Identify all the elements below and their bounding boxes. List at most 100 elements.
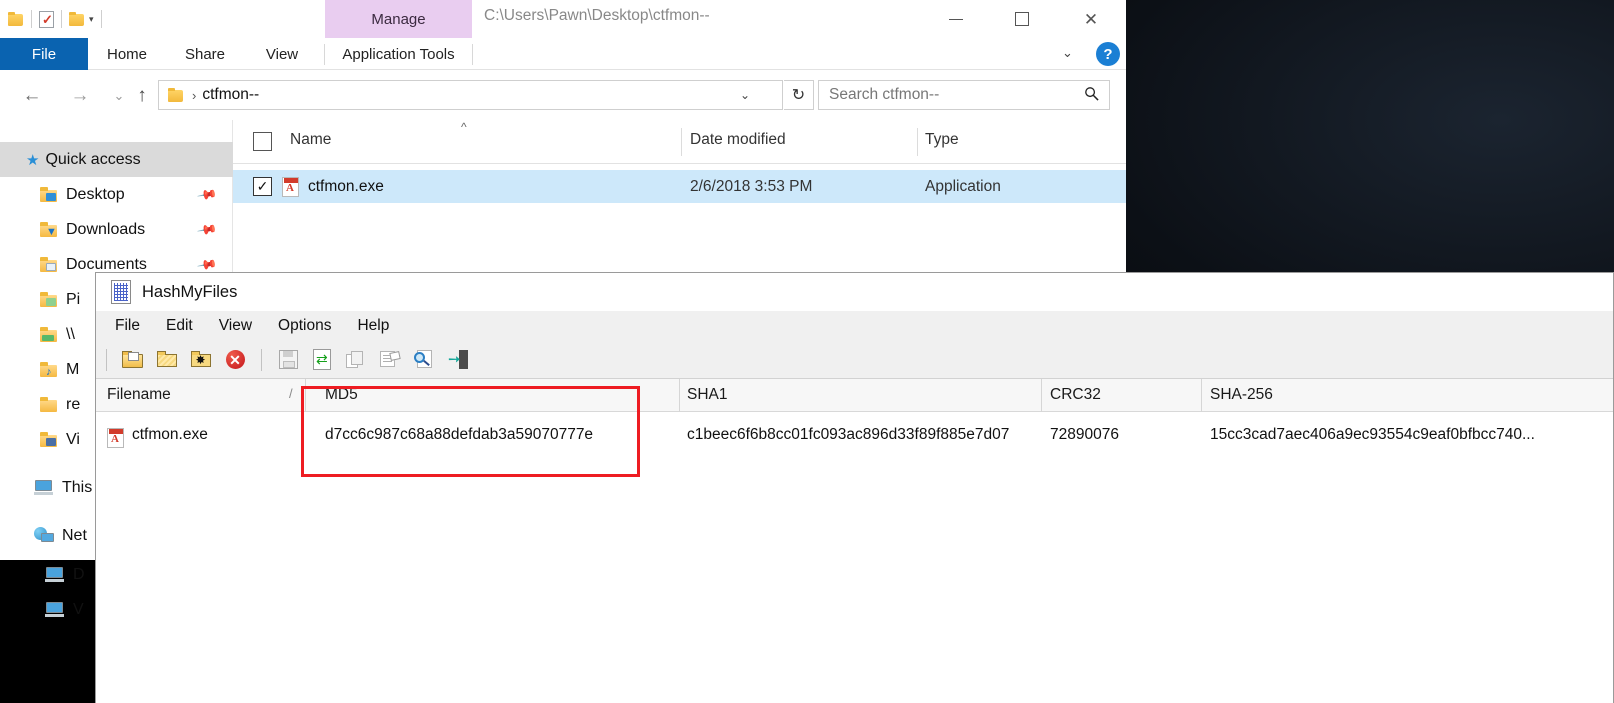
save-icon[interactable]: [271, 345, 305, 375]
add-files-icon[interactable]: [116, 345, 150, 375]
clear-all-icon[interactable]: ✕: [218, 345, 252, 375]
menu-item-edit[interactable]: Edit: [153, 317, 206, 335]
documents-folder-icon: [40, 257, 58, 272]
tab-view[interactable]: View: [244, 38, 320, 70]
back-button[interactable]: ←: [18, 82, 46, 110]
divider[interactable]: [917, 128, 918, 156]
divider: [31, 10, 32, 28]
screen: ✓ ▾ Manage C:\Users\Pawn\Desktop\ctfmon-…: [0, 0, 1614, 703]
sidebar-item-label: Documents: [66, 255, 147, 273]
new-folder-icon[interactable]: [69, 12, 85, 26]
column-header-sha1[interactable]: SHA1: [687, 386, 728, 404]
divider[interactable]: [679, 379, 680, 412]
sidebar-item-label: \\: [66, 325, 75, 343]
menu-item-help[interactable]: Help: [344, 317, 402, 335]
select-all-checkbox[interactable]: [253, 132, 272, 151]
tab-share[interactable]: Share: [166, 38, 244, 70]
column-header-md5[interactable]: MD5: [325, 386, 358, 404]
hashmyfiles-icon: [111, 280, 131, 304]
breadcrumb-current-folder[interactable]: ctfmon--: [202, 86, 259, 104]
sidebar-item-label: V: [73, 600, 84, 618]
minimize-button[interactable]: [933, 0, 979, 38]
divider[interactable]: [305, 379, 306, 412]
sidebar-item-downloads[interactable]: ▼ Downloads 📌: [0, 212, 233, 247]
folder-icon[interactable]: [8, 12, 24, 26]
tab-file[interactable]: File: [0, 38, 88, 70]
column-header-name[interactable]: Name: [290, 131, 331, 149]
properties-document-icon[interactable]: ✓: [39, 10, 54, 28]
contextual-tab-group-manage: Manage: [325, 0, 472, 38]
close-button[interactable]: ✕: [1068, 0, 1114, 38]
add-folder-icon[interactable]: [150, 345, 184, 375]
forward-button[interactable]: →: [66, 82, 94, 110]
table-row[interactable]: A ctfmon.exe d7cc6c987c68a88defdab3a5907…: [96, 426, 1613, 454]
search-input[interactable]: Search ctfmon--: [829, 86, 939, 104]
add-folder-wildcard-icon[interactable]: ✸: [184, 345, 218, 375]
sidebar-item-quick-access[interactable]: ★ Quick access: [0, 142, 233, 177]
refresh-button[interactable]: ↻: [784, 80, 814, 110]
copy-icon[interactable]: [339, 345, 373, 375]
toolbar: ✸ ✕ ⇄ ➙: [96, 341, 1613, 379]
column-header-crc32[interactable]: CRC32: [1050, 386, 1101, 404]
exit-icon[interactable]: ➙: [441, 345, 475, 375]
find-icon[interactable]: [407, 345, 441, 375]
divider: [472, 44, 473, 65]
divider: [61, 10, 62, 28]
menu-bar: File Edit View Options Help: [96, 311, 1613, 341]
chevron-down-icon[interactable]: ▾: [89, 14, 94, 25]
sidebar-item-label: M: [66, 360, 80, 378]
cell-md5: d7cc6c987c68a88defdab3a59070777e: [325, 426, 594, 443]
chevron-down-icon[interactable]: ⌄: [740, 88, 750, 102]
sidebar-item-label: Downloads: [66, 220, 146, 238]
column-header-date-modified[interactable]: Date modified: [690, 131, 786, 149]
search-icon[interactable]: [1084, 86, 1099, 105]
divider: [106, 348, 107, 371]
network-icon: [34, 527, 54, 544]
sidebar-item-desktop[interactable]: Desktop 📌: [0, 177, 233, 212]
tab-home[interactable]: Home: [88, 38, 166, 70]
sidebar-item-label: Pi: [66, 290, 81, 308]
maximize-button[interactable]: [999, 0, 1045, 38]
table-row[interactable]: ✓ A ctfmon.exe 2/6/2018 3:53 PM Applicat…: [233, 170, 1126, 203]
menu-item-file[interactable]: File: [102, 317, 153, 335]
sidebar-item-label: Vi: [66, 430, 80, 448]
sidebar-item-label: Quick access: [45, 150, 141, 168]
file-date-modified: 2/6/2018 3:53 PM: [690, 177, 813, 195]
star-icon: ★: [26, 151, 40, 169]
properties-icon[interactable]: [373, 345, 407, 375]
menu-item-view[interactable]: View: [206, 317, 265, 335]
search-box[interactable]: Search ctfmon--: [818, 80, 1110, 110]
cell-filename: ctfmon.exe: [132, 426, 208, 443]
pin-icon[interactable]: 📌: [196, 218, 218, 240]
file-list-header: ^ Name Date modified Type: [233, 120, 1126, 164]
divider[interactable]: [1201, 379, 1202, 412]
sort-indicator: /: [289, 386, 293, 401]
pdf-file-icon: A: [107, 428, 124, 448]
divider[interactable]: [1041, 379, 1042, 412]
column-header-filename[interactable]: Filename: [107, 386, 171, 404]
column-header-type[interactable]: Type: [925, 131, 959, 149]
videos-folder-icon: [40, 432, 58, 447]
folder-icon: [168, 88, 184, 102]
pin-icon[interactable]: 📌: [196, 183, 218, 205]
divider[interactable]: [681, 128, 682, 156]
divider: [100, 10, 102, 28]
ribbon-tab-strip: File Home Share View Application Tools ⌄: [0, 38, 1126, 70]
column-header-sha256[interactable]: SHA-256: [1210, 386, 1273, 404]
pictures-folder-icon: [40, 292, 58, 307]
row-checkbox[interactable]: ✓: [253, 177, 272, 196]
file-type: Application: [925, 177, 1001, 195]
tab-application-tools[interactable]: Application Tools: [325, 38, 472, 70]
hash-table-header: Filename / MD5 SHA1 CRC32 SHA-256: [96, 379, 1613, 412]
refresh-icon[interactable]: ⇄: [305, 345, 339, 375]
this-pc-icon: [34, 479, 54, 496]
help-button[interactable]: ?: [1096, 42, 1120, 66]
sidebar-item-label: D: [73, 565, 85, 583]
file-name[interactable]: ctfmon.exe: [308, 178, 384, 196]
up-button[interactable]: ↑: [128, 82, 156, 110]
menu-item-options[interactable]: Options: [265, 317, 344, 335]
address-bar[interactable]: › ctfmon-- ⌄: [158, 80, 783, 110]
hashmyfiles-title-bar: HashMyFiles: [96, 273, 1613, 311]
hash-table-body: A ctfmon.exe d7cc6c987c68a88defdab3a5907…: [96, 412, 1613, 703]
chevron-down-icon[interactable]: ⌄: [1062, 45, 1073, 61]
